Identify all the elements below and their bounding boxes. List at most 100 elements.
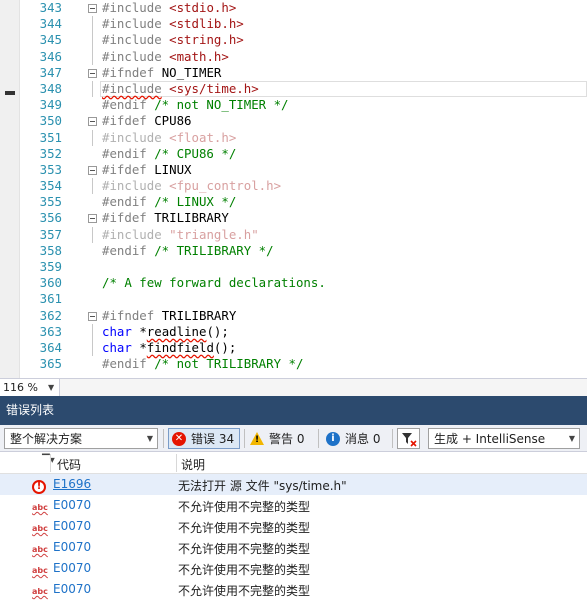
collapse-toggle-icon[interactable] <box>88 214 97 224</box>
error-code-link[interactable]: E0070 <box>53 540 91 554</box>
error-description: 不允许使用不完整的类型 <box>178 542 311 556</box>
error-code-link[interactable]: E0070 <box>53 561 91 575</box>
code-text[interactable]: #endif /* not TRILIBRARY */ <box>102 356 303 372</box>
collapse-toggle-icon[interactable] <box>88 68 97 78</box>
line-number: 346 <box>39 48 62 64</box>
code-text[interactable]: char *readline(); <box>102 324 229 340</box>
code-line[interactable]: 352 #endif /* CPU86 */ <box>20 146 587 162</box>
error-list-toolbar: 整个解决方案 ▼ ✕ 错误 34 ! 警告 0 i 消息 0 生成 + Inte… <box>0 425 587 452</box>
code-line[interactable]: 343 #include <stdio.h> <box>20 0 587 16</box>
code-line[interactable]: 358 #endif /* TRILIBRARY */ <box>20 243 587 259</box>
code-line[interactable]: 346 #include <math.h> <box>20 48 587 65</box>
code-token: TRILIBRARY <box>161 307 237 323</box>
error-description: 不允许使用不完整的类型 <box>178 500 311 514</box>
warnings-filter-button[interactable]: ! 警告 0 <box>247 428 313 449</box>
code-line[interactable]: 362 #ifndef TRILIBRARY <box>20 308 587 324</box>
error-row[interactable]: abc E0070 不允许使用不完整的类型 <box>0 558 587 579</box>
scope-dropdown[interactable]: 整个解决方案 ▼ <box>4 428 158 449</box>
code-text[interactable]: #ifdef TRILIBRARY <box>102 210 229 226</box>
code-line[interactable]: 350 #ifdef CPU86 <box>20 113 587 129</box>
line-number: 352 <box>39 145 62 161</box>
code-line[interactable]: 363 char *readline(); <box>20 323 587 340</box>
code-text[interactable]: #include <stdlib.h> <box>102 16 244 32</box>
code-line[interactable]: 357 #include "triangle.h" <box>20 226 587 243</box>
code-line[interactable]: 347 #ifndef NO_TIMER <box>20 65 587 81</box>
code-line[interactable]: 349 #endif /* not NO_TIMER */ <box>20 97 587 113</box>
code-line[interactable]: 345 #include <string.h> <box>20 32 587 49</box>
error-code-link[interactable]: E0070 <box>53 582 91 596</box>
code-text[interactable]: #endif /* TRILIBRARY */ <box>102 243 274 259</box>
code-line[interactable]: 359 <box>20 259 587 275</box>
filter-button[interactable] <box>397 428 420 449</box>
collapse-toggle-icon[interactable] <box>88 165 97 175</box>
column-divider[interactable] <box>176 454 177 472</box>
error-row[interactable]: abc E0070 不允许使用不完整的类型 <box>0 579 587 600</box>
code-line[interactable]: 354 #include <fpu_control.h> <box>20 178 587 195</box>
collapse-toggle-icon[interactable] <box>88 311 97 321</box>
column-header-code[interactable]: 代码 <box>57 456 81 473</box>
code-text[interactable]: #endif /* LINUX */ <box>102 194 236 210</box>
zoom-dropdown[interactable]: 116 % ▼ <box>0 379 60 396</box>
code-text[interactable]: #ifdef CPU86 <box>102 113 192 129</box>
error-row[interactable]: ! E1696 无法打开 源 文件 "sys/time.h" <box>0 474 587 495</box>
code-text[interactable]: #ifndef TRILIBRARY <box>102 308 236 324</box>
error-code-link[interactable]: E0070 <box>53 498 91 512</box>
code-text[interactable]: #include <sys/time.h> <box>102 81 259 97</box>
horizontal-scrollbar[interactable] <box>60 379 587 396</box>
code-line[interactable]: 361 <box>20 291 587 307</box>
code-text[interactable]: #include <math.h> <box>102 49 229 65</box>
code-text[interactable]: char *findfield(); <box>102 340 236 356</box>
code-token: /* not TRILIBRARY */ <box>154 356 304 372</box>
code-text[interactable]: /* A few forward declarations. <box>102 275 326 291</box>
code-line[interactable]: 365 #endif /* not TRILIBRARY */ <box>20 356 587 372</box>
code-token: <stdio.h> <box>169 0 237 15</box>
code-line[interactable]: 355 #endif /* LINUX */ <box>20 194 587 210</box>
column-divider[interactable] <box>50 454 51 472</box>
line-number: 357 <box>39 226 62 242</box>
code-text[interactable]: #include <string.h> <box>102 32 244 48</box>
collapse-toggle-icon[interactable] <box>88 4 97 13</box>
code-line[interactable]: 360 /* A few forward declarations. <box>20 275 587 291</box>
code-line[interactable]: 348 #include <sys/time.h> <box>20 80 587 98</box>
code-token: #ifdef <box>102 161 155 177</box>
code-text[interactable]: #include "triangle.h" <box>102 227 259 243</box>
code-token: #endif <box>102 242 155 258</box>
code-line[interactable]: 351 #include <float.h> <box>20 129 587 146</box>
code-line[interactable]: 344 #include <stdlib.h> <box>20 16 587 33</box>
code-text[interactable]: #endif /* not NO_TIMER */ <box>102 97 289 113</box>
code-line[interactable]: 353 #ifdef LINUX <box>20 162 587 178</box>
error-code-link[interactable]: E1696 <box>53 477 91 491</box>
code-token: <stdlib.h> <box>169 16 244 32</box>
scope-value: 整个解决方案 <box>10 432 83 446</box>
code-editor[interactable]: 343 #include <stdio.h> 344 #include <stdlib… <box>0 0 587 378</box>
code-line[interactable]: 356 #ifdef TRILIBRARY <box>20 210 587 226</box>
code-text[interactable]: #include <fpu_control.h> <box>102 178 281 194</box>
spelling-abc-icon: abc <box>32 587 48 596</box>
code-token: /* LINUX */ <box>154 194 237 210</box>
code-text[interactable]: #include <stdio.h> <box>102 0 236 16</box>
messages-filter-button[interactable]: i 消息 0 <box>323 428 389 449</box>
code-line[interactable]: 364 char *findfield(); <box>20 339 587 357</box>
code-token: #include <box>102 32 170 48</box>
code-token: #ifndef <box>102 307 162 323</box>
code-text[interactable]: #ifndef NO_TIMER <box>102 65 221 81</box>
column-header-description[interactable]: 说明 <box>181 456 205 473</box>
error-code-link[interactable]: E0070 <box>53 519 91 533</box>
error-row[interactable]: abc E0070 不允许使用不完整的类型 <box>0 537 587 558</box>
warnings-label: 警告 0 <box>269 432 305 446</box>
code-token: <sys/time.h> <box>169 80 259 96</box>
code-token: #ifndef <box>102 64 162 80</box>
sort-indicator-icon[interactable]: ▔▾ <box>42 455 55 466</box>
line-number: 353 <box>39 161 62 177</box>
code-lines[interactable]: 343 #include <stdio.h> 344 #include <stdlib… <box>20 0 587 372</box>
code-text[interactable]: #include <float.h> <box>102 130 236 146</box>
collapse-toggle-icon[interactable] <box>88 117 97 127</box>
code-text[interactable]: #ifdef LINUX <box>102 162 192 178</box>
error-row[interactable]: abc E0070 不允许使用不完整的类型 <box>0 495 587 516</box>
error-row[interactable]: abc E0070 不允许使用不完整的类型 <box>0 516 587 537</box>
code-token: #endif <box>102 356 155 372</box>
build-source-dropdown[interactable]: 生成 + IntelliSense ▼ <box>428 428 580 449</box>
errors-filter-button[interactable]: ✕ 错误 34 <box>168 428 240 449</box>
code-text[interactable]: #endif /* CPU86 */ <box>102 146 236 162</box>
toolbar-divider <box>318 429 319 448</box>
